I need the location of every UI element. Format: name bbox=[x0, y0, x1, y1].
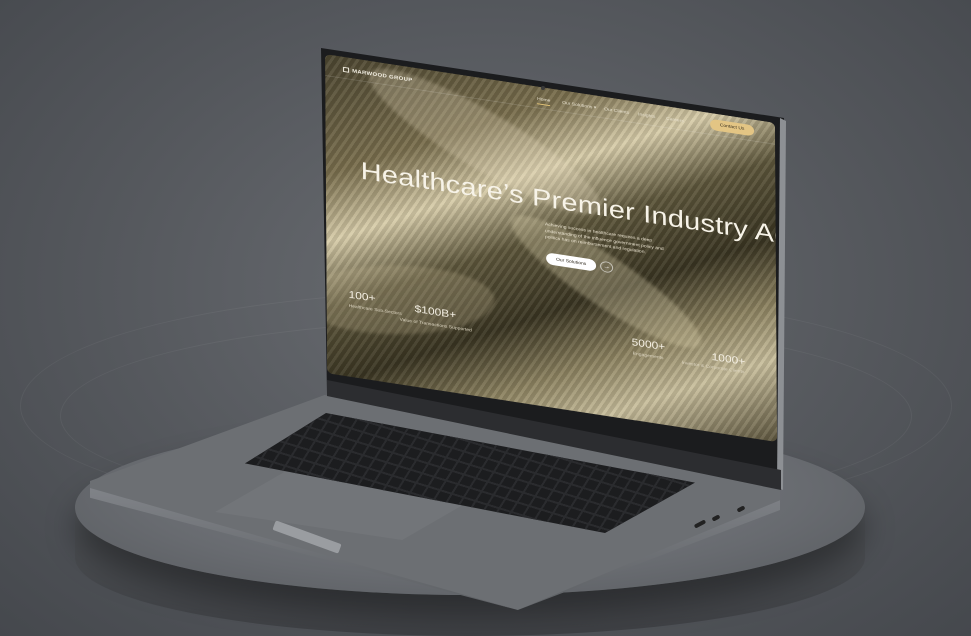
webcam bbox=[541, 86, 545, 90]
scene: MARWOOD GROUP Home Our Solutions ▾ Our C… bbox=[0, 0, 971, 636]
logo-icon bbox=[343, 66, 350, 73]
chevron-down-icon: ▾ bbox=[593, 105, 597, 111]
laptop-lid: MARWOOD GROUP Home Our Solutions ▾ Our C… bbox=[0, 0, 971, 636]
